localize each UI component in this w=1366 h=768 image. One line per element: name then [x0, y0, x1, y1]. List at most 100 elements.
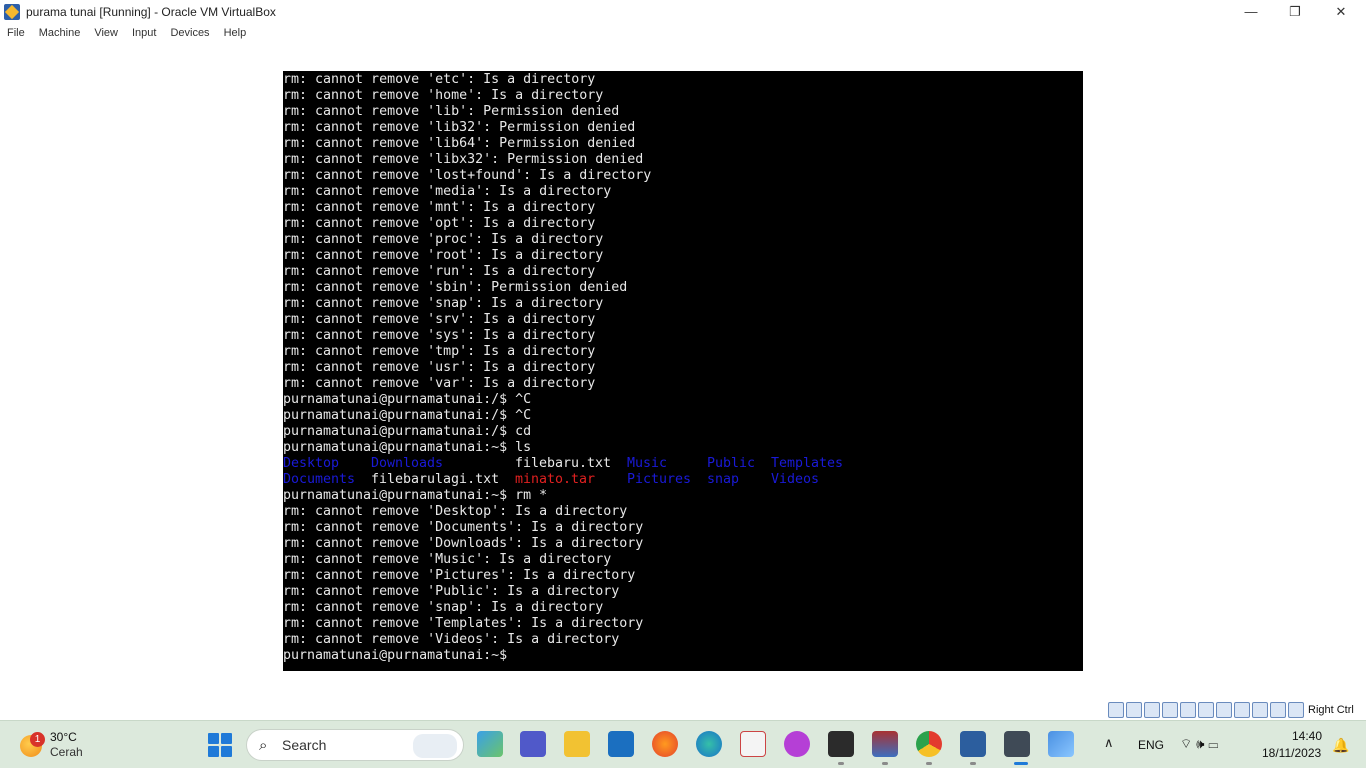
- weather-description: Cerah: [50, 745, 83, 759]
- terminal-line: purnamatunai@purnamatunai:~$ ls: [283, 440, 532, 455]
- shared-folders-icon[interactable]: [1198, 702, 1214, 718]
- hard-disk-icon[interactable]: [1108, 702, 1124, 718]
- terminal-line: rm: cannot remove 'Public': Is a directo…: [283, 584, 620, 599]
- terminal-line: rm: cannot remove 'Documents': Is a dire…: [283, 520, 644, 535]
- ls-entry-dir: Music: [627, 456, 668, 471]
- terminal-line: purnamatunai@purnamatunai:~$: [283, 648, 508, 663]
- optical-drive-icon[interactable]: [1126, 702, 1142, 718]
- virtualbox-icon[interactable]: [960, 731, 986, 757]
- recording-icon[interactable]: [1234, 702, 1250, 718]
- ls-entry-dir: Downloads: [371, 456, 444, 471]
- clock-time[interactable]: 14:40: [1292, 729, 1322, 743]
- window-title: purama tunai [Running] - Oracle VM Virtu…: [26, 4, 276, 19]
- usb-icon[interactable]: [1180, 702, 1196, 718]
- language-indicator[interactable]: ENG: [1138, 738, 1164, 752]
- search-label: Search: [282, 737, 327, 753]
- mouse-integration-icon[interactable]: [1270, 702, 1286, 718]
- firefox-icon[interactable]: [652, 731, 678, 757]
- terminal-output: rm: cannot remove 'etc': Is a directory r…: [283, 72, 1083, 664]
- menu-machine[interactable]: Machine: [39, 27, 81, 39]
- windows-logo-pane: [208, 733, 219, 744]
- windows-logo-pane: [208, 746, 219, 757]
- terminal-line: rm: cannot remove 'Templates': Is a dire…: [283, 616, 644, 631]
- ls-entry-dir: snap: [707, 472, 740, 487]
- close-button[interactable]: ✕: [1318, 0, 1364, 23]
- minimize-button[interactable]: —: [1228, 0, 1274, 23]
- terminal-line: rm: cannot remove 'mnt': Is a directory: [283, 200, 596, 215]
- ls-entry-file: filebarulagi.txt: [371, 472, 500, 487]
- display-icon[interactable]: [1216, 702, 1232, 718]
- menu-devices[interactable]: Devices: [170, 27, 209, 39]
- chrome-icon[interactable]: [916, 731, 942, 757]
- windows-logo-pane: [221, 733, 232, 744]
- terminal-line: purnamatunai@purnamatunai:/$ ^C: [283, 408, 532, 423]
- store-icon[interactable]: [608, 731, 634, 757]
- terminal-line: rm: cannot remove 'tmp': Is a directory: [283, 344, 596, 359]
- terminal-line: rm: cannot remove 'lost+found': Is a dir…: [283, 168, 652, 183]
- terminal-line: rm: cannot remove 'proc': Is a directory: [283, 232, 604, 247]
- restore-button[interactable]: ❐: [1272, 0, 1318, 23]
- title-bar: purama tunai [Running] - Oracle VM Virtu…: [0, 0, 1366, 23]
- menu-view[interactable]: View: [94, 27, 118, 39]
- notification-bell-icon[interactable]: 🔔: [1332, 737, 1349, 754]
- terminal-icon[interactable]: [828, 731, 854, 757]
- ls-entry-dir: Templates: [771, 456, 844, 471]
- audio-icon[interactable]: [1144, 702, 1160, 718]
- terminal-line: rm: cannot remove 'sbin': Permission den…: [283, 280, 628, 295]
- running-indicator: [926, 762, 932, 765]
- terminal-line: purnamatunai@purnamatunai:~$ rm *: [283, 488, 548, 503]
- ls-output-row: Documents filebarulagi.txt minato.tar Pictu…: [283, 472, 1083, 488]
- ls-output-row: Desktop Downloads filebaru.txt Music Public T…: [283, 456, 1083, 472]
- terminal-line: rm: cannot remove 'srv': Is a directory: [283, 312, 596, 327]
- winrar-icon[interactable]: [872, 731, 898, 757]
- terminal-line: rm: cannot remove 'home': Is a directory: [283, 88, 604, 103]
- virtualbox-vm-icon[interactable]: [1004, 731, 1030, 757]
- terminal-line: rm: cannot remove 'lib64': Permission de…: [283, 136, 636, 151]
- terminal-line: rm: cannot remove 'Downloads': Is a dire…: [283, 536, 644, 551]
- ls-entry-dir: Desktop: [283, 456, 340, 471]
- terminal-line: rm: cannot remove 'opt': Is a directory: [283, 216, 596, 231]
- copilot-icon[interactable]: [477, 731, 503, 757]
- network-icon[interactable]: [1162, 702, 1178, 718]
- clock-date[interactable]: 18/11/2023: [1262, 746, 1321, 760]
- show-hidden-icons-chevron-icon[interactable]: ∧: [1104, 735, 1114, 751]
- terminal-line: rm: cannot remove 'lib': Permission deni…: [283, 104, 620, 119]
- terminal-line: rm: cannot remove 'Desktop': Is a direct…: [283, 504, 628, 519]
- search-icon: ⌕: [259, 736, 268, 754]
- virtualbox-app-icon: [4, 3, 20, 20]
- weather-widget[interactable]: 1 30°C Cerah: [18, 727, 118, 763]
- terminal-line: rm: cannot remove 'snap': Is a directory: [283, 296, 604, 311]
- menu-help[interactable]: Help: [224, 27, 247, 39]
- terminal-line: rm: cannot remove 'root': Is a directory: [283, 248, 604, 263]
- windows-logo-pane: [221, 746, 232, 757]
- start-button[interactable]: [208, 733, 232, 757]
- snipping-tool-icon[interactable]: [740, 731, 766, 757]
- menu-file[interactable]: File: [7, 27, 25, 39]
- file-explorer-icon[interactable]: [564, 731, 590, 757]
- terminal-line: rm: cannot remove 'Videos': Is a directo…: [283, 632, 620, 647]
- running-indicator: [970, 762, 976, 765]
- terminal-line: rm: cannot remove 'var': Is a directory: [283, 376, 596, 391]
- ls-entry-dir: Pictures: [627, 472, 692, 487]
- ls-entry-dir: Public: [707, 456, 756, 471]
- menu-input[interactable]: Input: [132, 27, 156, 39]
- teams-icon[interactable]: [520, 731, 546, 757]
- search-highlight-image: [413, 734, 457, 758]
- notification-badge: 1: [30, 732, 45, 747]
- vm-display[interactable]: rm: cannot remove 'etc': Is a directory r…: [283, 71, 1083, 671]
- cpu-icon[interactable]: [1252, 702, 1268, 718]
- host-key-label: Right Ctrl: [1308, 704, 1354, 716]
- ls-entry-dir: Documents: [283, 472, 356, 487]
- menu-bar: File Machine View Input Devices Help: [0, 23, 1366, 43]
- network-volume-battery-icons[interactable]: ⌔🕪▭: [1180, 736, 1222, 752]
- wps-office-icon[interactable]: [784, 731, 810, 757]
- terminal-line: purnamatunai@purnamatunai:/$ cd: [283, 424, 532, 439]
- keyboard-capture-icon[interactable]: [1288, 702, 1304, 718]
- taskbar-search[interactable]: ⌕ Search: [246, 729, 464, 761]
- edge-icon[interactable]: [696, 731, 722, 757]
- weather-temperature: 30°C: [50, 730, 77, 744]
- ls-entry-dir: Videos: [771, 472, 820, 487]
- terminal-line: rm: cannot remove 'Music': Is a director…: [283, 552, 612, 567]
- vm-status-bar: Right Ctrl: [1108, 700, 1354, 720]
- photos-icon[interactable]: [1048, 731, 1074, 757]
